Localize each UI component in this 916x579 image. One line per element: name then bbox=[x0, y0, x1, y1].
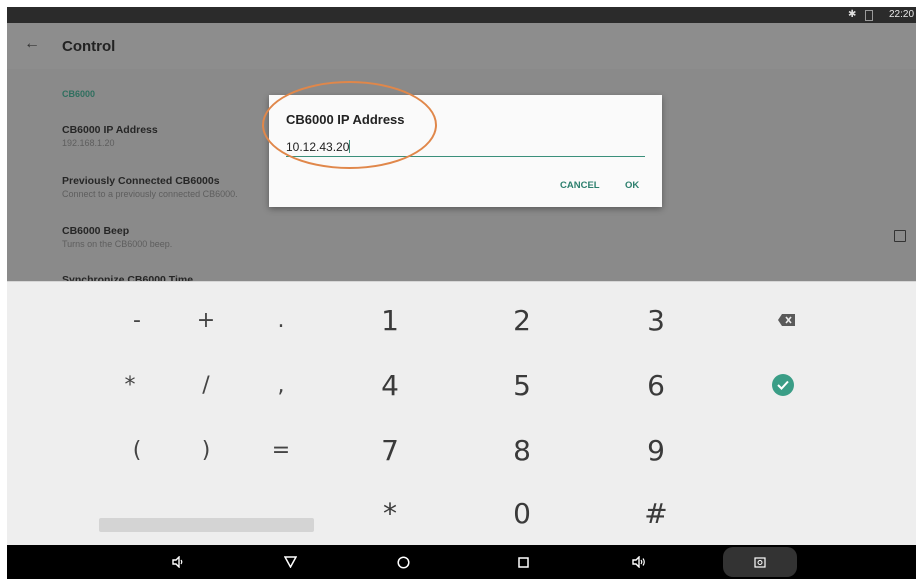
pref-title: CB6000 Beep bbox=[62, 225, 130, 237]
volume-up-icon[interactable] bbox=[619, 545, 659, 579]
bluetooth-icon: ✱ bbox=[848, 9, 857, 20]
navigation-bar bbox=[7, 545, 916, 579]
device-screen: ✱ 22:20 ← Control CB6000 CB6000 IP Addre… bbox=[7, 7, 916, 579]
recents-square-icon[interactable] bbox=[503, 545, 543, 579]
pref-title: Previously Connected CB6000s bbox=[62, 175, 220, 187]
key-equals[interactable]: = bbox=[236, 420, 326, 480]
key-period[interactable]: . bbox=[236, 290, 326, 350]
page-title: Control bbox=[62, 38, 116, 55]
key-2[interactable]: 2 bbox=[477, 290, 567, 350]
key-8[interactable]: 8 bbox=[477, 420, 567, 480]
pref-beep[interactable]: CB6000 Beep Turns on the CB6000 beep. bbox=[62, 225, 172, 249]
pref-previously-connected[interactable]: Previously Connected CB6000s Connect to … bbox=[62, 175, 238, 199]
status-time: 22:20 bbox=[889, 9, 915, 20]
screenshot-icon[interactable] bbox=[723, 547, 797, 577]
key-comma[interactable]: , bbox=[236, 355, 326, 415]
pref-summary: Turns on the CB6000 beep. bbox=[62, 239, 173, 249]
key-0[interactable]: 0 bbox=[477, 483, 567, 543]
key-7[interactable]: 7 bbox=[345, 420, 435, 480]
key-hash[interactable]: # bbox=[611, 483, 701, 543]
pref-summary: 192.168.1.20 bbox=[62, 138, 115, 148]
ip-address-value: 10.12.43.20 bbox=[286, 140, 350, 154]
key-4[interactable]: 4 bbox=[345, 355, 435, 415]
back-triangle-icon[interactable] bbox=[270, 545, 310, 579]
status-bar: ✱ 22:20 bbox=[7, 7, 916, 23]
ok-button[interactable]: OK bbox=[625, 180, 639, 191]
beep-checkbox[interactable] bbox=[894, 230, 906, 242]
key-1[interactable]: 1 bbox=[345, 290, 435, 350]
pref-summary: Connect to a previously connected CB6000… bbox=[62, 189, 238, 199]
pref-title: CB6000 IP Address bbox=[62, 124, 158, 136]
text-cursor bbox=[349, 140, 351, 154]
done-key[interactable] bbox=[738, 355, 828, 415]
no-sim-icon bbox=[865, 10, 873, 21]
backspace-key[interactable] bbox=[741, 290, 831, 350]
dialog-title: CB6000 IP Address bbox=[286, 112, 405, 127]
key-5[interactable]: 5 bbox=[477, 355, 567, 415]
arrow-left-icon[interactable]: ← bbox=[24, 35, 40, 53]
key-9[interactable]: 9 bbox=[611, 420, 701, 480]
pref-ip-address[interactable]: CB6000 IP Address 192.168.1.20 bbox=[62, 124, 158, 148]
cancel-button[interactable]: CANCEL bbox=[560, 180, 600, 191]
section-header-cb6000: CB6000 bbox=[62, 89, 96, 99]
key-6[interactable]: 6 bbox=[611, 355, 701, 415]
volume-down-icon[interactable] bbox=[158, 545, 198, 579]
ip-address-dialog: CB6000 IP Address 10.12.43.20 CANCEL OK bbox=[269, 95, 662, 207]
backspace-icon bbox=[777, 314, 795, 326]
key-star[interactable]: * bbox=[345, 483, 435, 543]
key-3[interactable]: 3 bbox=[611, 290, 701, 350]
numeric-keyboard: - + . 1 2 3 * / , 4 5 6 ( ) = 7 8 9 * 0 … bbox=[7, 281, 916, 546]
done-check-icon bbox=[772, 374, 794, 396]
app-bar: ← Control bbox=[7, 23, 916, 69]
home-circle-icon[interactable] bbox=[383, 545, 423, 579]
ip-address-input[interactable]: 10.12.43.20 bbox=[286, 138, 645, 157]
space-key[interactable] bbox=[99, 518, 314, 532]
